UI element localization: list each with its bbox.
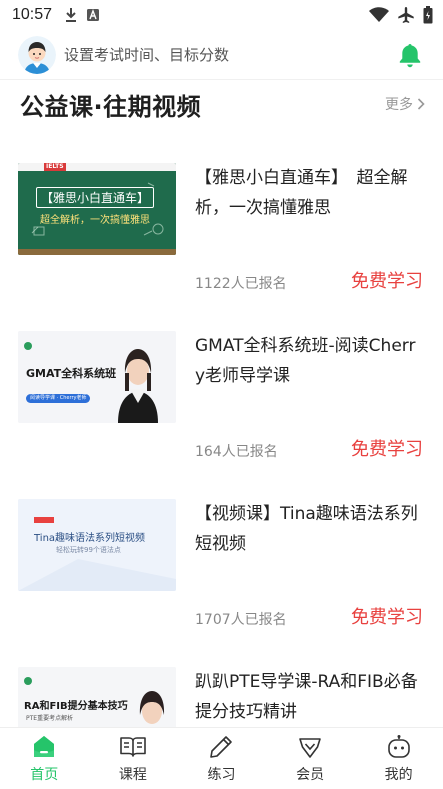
- bell-icon: [399, 43, 421, 67]
- thumb-headline: 【雅思小白直通车】: [36, 187, 155, 208]
- course-thumbnail[interactable]: Tina趣味语法系列短视频 轻松玩转99个语法点: [18, 499, 176, 591]
- battery-icon: [423, 6, 433, 24]
- thumb-headline: GMAT全科系统班: [26, 367, 117, 380]
- book-icon: [120, 736, 146, 757]
- enroll-count: 1122人已报名: [195, 276, 287, 292]
- free-study-button[interactable]: 免费学习: [351, 267, 423, 293]
- vip-icon: [299, 737, 321, 758]
- course-item[interactable]: Tina趣味语法系列短视频 轻松玩转99个语法点 【视频课】Tina趣味语法系列…: [0, 486, 443, 654]
- home-icon: [34, 735, 55, 757]
- thumb-headline: RA和FIB提分基本技巧: [24, 701, 128, 712]
- course-title[interactable]: GMAT全科系统班-阅读Cherry老师导学课: [195, 331, 423, 391]
- nav-label: 课程: [118, 766, 147, 783]
- enroll-count: 164人已报名: [195, 444, 278, 460]
- nav-courses[interactable]: 课程: [89, 728, 178, 789]
- notification-bell-button[interactable]: [395, 40, 425, 70]
- course-title[interactable]: 趴趴PTE导学课-RA和FIB必备提分技巧精讲: [195, 667, 423, 727]
- wifi-icon: [369, 7, 389, 22]
- thumb-tagline: 轻松玩转99个语法点: [56, 546, 121, 554]
- course-item[interactable]: RA和FIB提分基本技巧 PTE重要考点解析 趴趴PTE导学课-RA和FIB必备…: [0, 654, 443, 728]
- profile-icon: [387, 734, 410, 758]
- course-thumbnail[interactable]: RA和FIB提分基本技巧 PTE重要考点解析: [18, 667, 176, 728]
- more-label: 更多: [385, 97, 413, 113]
- section-title: 公益课·往期视频: [20, 92, 202, 121]
- nav-label: 练习: [207, 766, 236, 783]
- exam-goal-prompt[interactable]: 设置考试时间、目标分数: [64, 44, 229, 65]
- nav-practice[interactable]: 练习: [177, 728, 266, 789]
- bottom-nav: 首页 课程 练习 会员 我的: [0, 727, 443, 789]
- status-time: 10:57: [12, 6, 53, 23]
- course-item[interactable]: GMAT全科系统班 阅读导学课 · Cherry老师 GMAT全科系统班-阅读C…: [0, 318, 443, 486]
- download-icon: [66, 8, 77, 22]
- nav-label: 首页: [30, 766, 59, 783]
- avatar[interactable]: [18, 35, 56, 74]
- enroll-count: 1707人已报名: [195, 612, 287, 628]
- top-header: 设置考试时间、目标分数: [0, 30, 443, 80]
- nav-label: 我的: [384, 766, 413, 783]
- more-link[interactable]: 更多: [385, 94, 425, 114]
- course-thumbnail[interactable]: GMAT全科系统班 阅读导学课 · Cherry老师: [18, 331, 176, 423]
- pencil-icon: [210, 735, 233, 758]
- nav-label: 会员: [296, 766, 325, 783]
- course-thumbnail[interactable]: IELTS 【雅思小白直通车】 超全解析，一次搞懂雅思: [18, 163, 176, 255]
- airplane-icon: [398, 7, 414, 23]
- section-header: 公益课·往期视频 更多: [0, 82, 443, 126]
- free-study-button[interactable]: 免费学习: [351, 603, 423, 629]
- nav-vip[interactable]: 会员: [266, 728, 355, 789]
- thumb-tagline: 阅读导学课 · Cherry老师: [30, 395, 87, 401]
- thumb-tagline: 超全解析，一次搞懂雅思: [40, 215, 150, 226]
- nav-home[interactable]: 首页: [0, 728, 89, 789]
- thumb-headline: Tina趣味语法系列短视频: [34, 533, 146, 544]
- chevron-right-icon: [417, 98, 425, 110]
- course-list: IELTS 【雅思小白直通车】 超全解析，一次搞懂雅思 【雅思小白直通车】 超全…: [0, 150, 443, 728]
- course-title[interactable]: 【雅思小白直通车】 超全解析，一次搞懂雅思: [195, 163, 423, 223]
- thumb-brand: IELTS: [44, 163, 66, 171]
- status-bar: 10:57: [0, 0, 443, 30]
- course-title[interactable]: 【视频课】Tina趣味语法系列短视频: [195, 499, 423, 559]
- course-item[interactable]: IELTS 【雅思小白直通车】 超全解析，一次搞懂雅思 【雅思小白直通车】 超全…: [0, 150, 443, 318]
- nav-profile[interactable]: 我的: [354, 728, 443, 789]
- keyboard-a-icon: [87, 9, 100, 21]
- thumb-tagline: PTE重要考点解析: [26, 715, 74, 722]
- free-study-button[interactable]: 免费学习: [351, 435, 423, 461]
